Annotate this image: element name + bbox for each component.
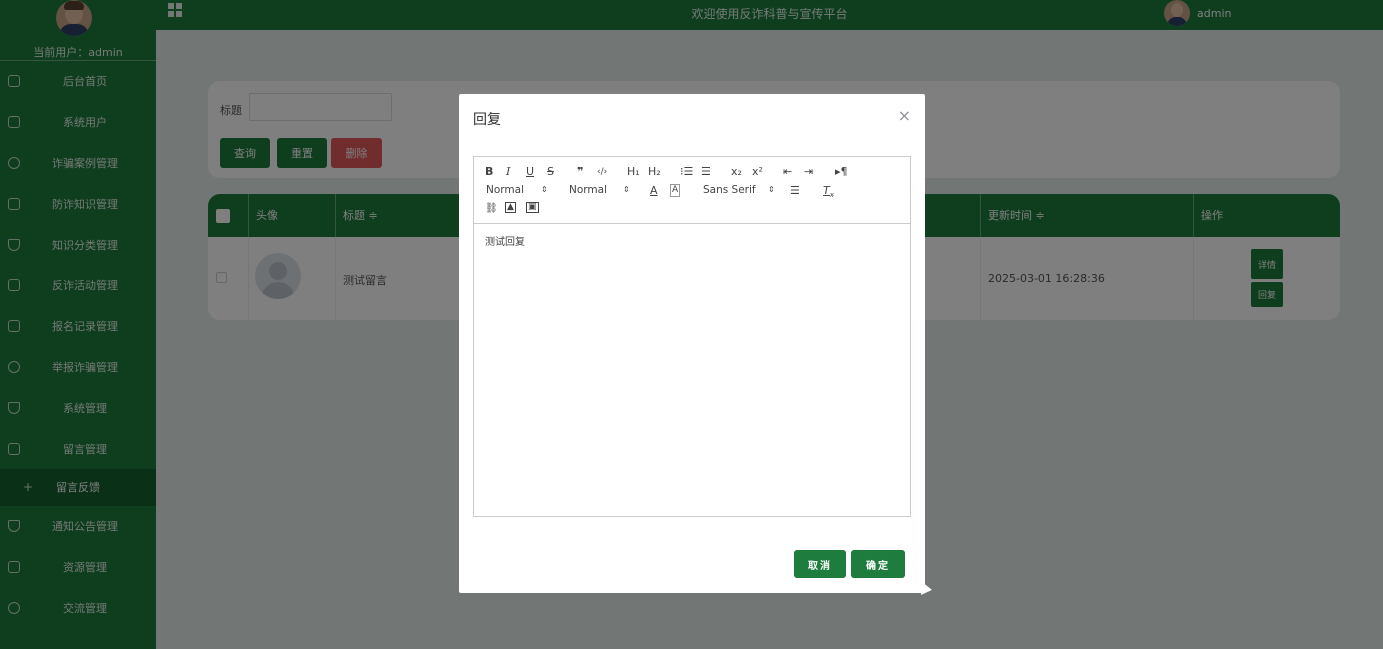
bold-icon[interactable]: B xyxy=(485,165,493,179)
rtl-direction-icon[interactable]: ▸¶ xyxy=(835,165,848,179)
blockquote-icon[interactable]: ❞ xyxy=(577,165,583,179)
image-icon[interactable]: ▲ xyxy=(505,202,516,213)
font-select[interactable]: Sans Serif ⇕ xyxy=(703,184,783,196)
superscript-icon[interactable]: x² xyxy=(752,165,763,179)
ordered-list-icon[interactable]: ⁝☰ xyxy=(680,165,693,179)
bullet-list-icon[interactable]: ☰ xyxy=(701,165,711,179)
align-icon[interactable]: ☰ xyxy=(790,184,800,198)
close-icon[interactable]: × xyxy=(898,106,911,125)
header-select[interactable]: Normal ⇕ xyxy=(486,184,556,196)
subscript-icon[interactable]: x₂ xyxy=(731,165,742,179)
font-color-icon[interactable]: A xyxy=(650,184,658,198)
outdent-icon[interactable]: ⇤ xyxy=(783,165,792,179)
font-select-value: Sans Serif xyxy=(703,184,756,196)
reply-dialog: 回复 × B I U S ❞ ‹/› H₁ H₂ ⁝☰ ☰ x₂ x² ⇤ ⇥ … xyxy=(459,94,925,593)
chevron-updown-icon: ⇕ xyxy=(623,185,630,194)
italic-icon[interactable]: I xyxy=(506,165,510,179)
editor-content[interactable]: 测试回复 xyxy=(485,233,525,248)
size-select-value: Normal xyxy=(569,184,607,196)
underline-icon[interactable]: U xyxy=(526,165,534,179)
cancel-button[interactable]: 取消 xyxy=(794,550,846,578)
header-select-value: Normal xyxy=(486,184,524,196)
background-color-icon[interactable]: A xyxy=(670,184,681,197)
clear-format-icon[interactable]: Tx xyxy=(823,184,834,202)
confirm-button[interactable]: 确定 xyxy=(851,550,905,578)
editor-toolbar: B I U S ❞ ‹/› H₁ H₂ ⁝☰ ☰ x₂ x² ⇤ ⇥ ▸¶ No… xyxy=(474,157,910,224)
dialog-title: 回复 xyxy=(473,112,501,128)
h1-icon[interactable]: H₁ xyxy=(627,165,640,179)
link-icon[interactable]: ⛓ xyxy=(485,202,498,216)
strike-icon[interactable]: S xyxy=(547,165,554,179)
chevron-updown-icon: ⇕ xyxy=(541,185,548,194)
rich-text-editor: B I U S ❞ ‹/› H₁ H₂ ⁝☰ ☰ x₂ x² ⇤ ⇥ ▸¶ No… xyxy=(473,156,911,517)
h2-icon[interactable]: H₂ xyxy=(648,165,661,179)
chevron-updown-icon: ⇕ xyxy=(768,185,775,194)
indent-icon[interactable]: ⇥ xyxy=(804,165,813,179)
size-select[interactable]: Normal ⇕ xyxy=(569,184,639,196)
video-icon[interactable]: ▣ xyxy=(526,202,539,213)
code-block-icon[interactable]: ‹/› xyxy=(597,165,607,179)
